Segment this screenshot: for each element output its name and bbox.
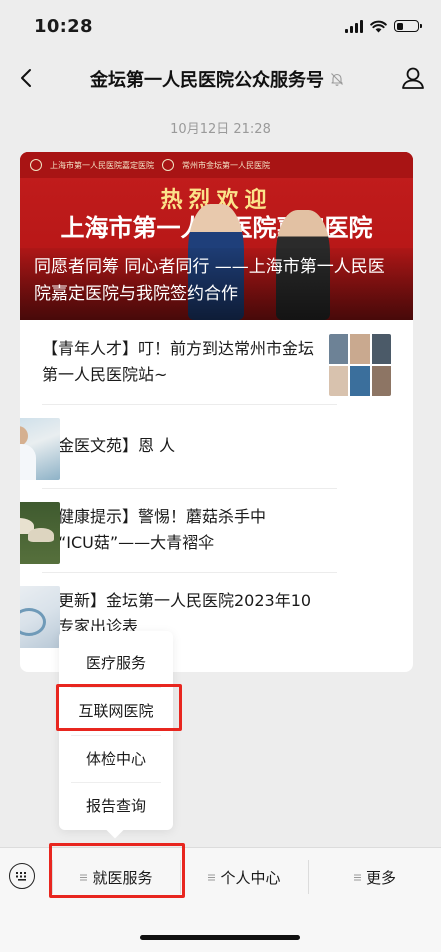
article-title: 【金医文苑】恩 人: [42, 436, 176, 455]
bottom-menu-bar: 就医服务 个人中心 更多: [0, 847, 441, 905]
cover-banner: 上海市第一人民医院嘉定医院 常州市金坛第一人民医院: [20, 152, 413, 178]
tab-label: 就医服务: [92, 868, 153, 887]
hospital-seal-icon: [162, 159, 174, 171]
nav-title-group: 金坛第一人民医院公众服务号: [90, 66, 344, 92]
page-title: 金坛第一人民医院公众服务号: [90, 70, 324, 91]
article-thumbnail: [329, 334, 391, 396]
keyboard-toggle-button[interactable]: [9, 863, 35, 889]
cover-banner-left: 上海市第一人民医院嘉定医院: [50, 160, 154, 170]
article-title: 【健康提示】警惕！蘑菇杀手中的“ICU菇”——大青褶伞: [42, 507, 267, 552]
menu-item-internet-hospital[interactable]: 互联网医院: [59, 688, 173, 732]
message-timestamp: 10月12日 21:28: [170, 122, 271, 137]
tab-personal-center[interactable]: 个人中心: [180, 848, 308, 906]
hospital-seal-icon: [30, 159, 42, 171]
service-submenu: 医疗服务 互联网医院 体检中心 报告查询: [59, 631, 173, 830]
menu-item-report-query[interactable]: 报告查询: [59, 783, 173, 827]
status-bar: 10:28: [0, 0, 441, 50]
profile-button[interactable]: [399, 64, 427, 92]
menu-item-checkup-center[interactable]: 体检中心: [59, 736, 173, 780]
menu-item-medical-service[interactable]: 医疗服务: [59, 640, 173, 684]
wifi-icon: [370, 20, 387, 32]
tab-more[interactable]: 更多: [308, 848, 441, 906]
cover-article[interactable]: 上海市第一人民医院嘉定医院 常州市金坛第一人民医院 热烈欢迎 上海市第一人民医院…: [20, 152, 413, 320]
article-item[interactable]: 【金医文苑】恩 人: [20, 404, 413, 488]
status-time: 10:28: [34, 16, 93, 37]
home-indicator-area: [0, 905, 441, 952]
keyboard-icon: [16, 872, 26, 881]
battery-icon: [394, 20, 422, 32]
profile-icon: [402, 67, 424, 89]
battery-level: [396, 22, 403, 30]
article-thumbnail: [20, 418, 60, 480]
home-indicator[interactable]: [140, 935, 300, 940]
cover-banner-right: 常州市金坛第一人民医院: [182, 160, 270, 170]
tab-medical-service[interactable]: 就医服务: [52, 848, 180, 906]
tab-label: 个人中心: [220, 868, 281, 887]
article-item[interactable]: 【健康提示】警惕！蘑菇杀手中的“ICU菇”——大青褶伞: [20, 488, 413, 572]
article-thumbnail: [20, 502, 60, 564]
menu-lines-icon: [208, 874, 216, 880]
article-item[interactable]: 【青年人才】叮！前方到达常州市金坛第一人民医院站~: [20, 320, 413, 404]
article-thumbnail: [20, 586, 60, 648]
menu-lines-icon: [80, 874, 88, 880]
tab-label: 更多: [365, 868, 396, 887]
menu-lines-icon: [353, 874, 361, 880]
status-icons: [345, 18, 422, 34]
back-button[interactable]: [12, 64, 40, 92]
cover-article-title: 同愿者同筹 同心者同行 ——上海市第一人民医院嘉定医院与我院签约合作: [34, 257, 385, 304]
article-list: 【青年人才】叮！前方到达常州市金坛第一人民医院站~ 【金医文苑】恩 人 【健康提…: [20, 320, 413, 656]
article-title: 【青年人才】叮！前方到达常州市金坛第一人民医院站~: [42, 339, 315, 384]
nav-bar: 金坛第一人民医院公众服务号: [0, 56, 441, 100]
back-arrow-icon: [21, 69, 31, 87]
muted-bell-icon: [331, 73, 343, 86]
signal-icon: [345, 19, 363, 33]
article-card: 上海市第一人民医院嘉定医院 常州市金坛第一人民医院 热烈欢迎 上海市第一人民医院…: [20, 152, 413, 672]
